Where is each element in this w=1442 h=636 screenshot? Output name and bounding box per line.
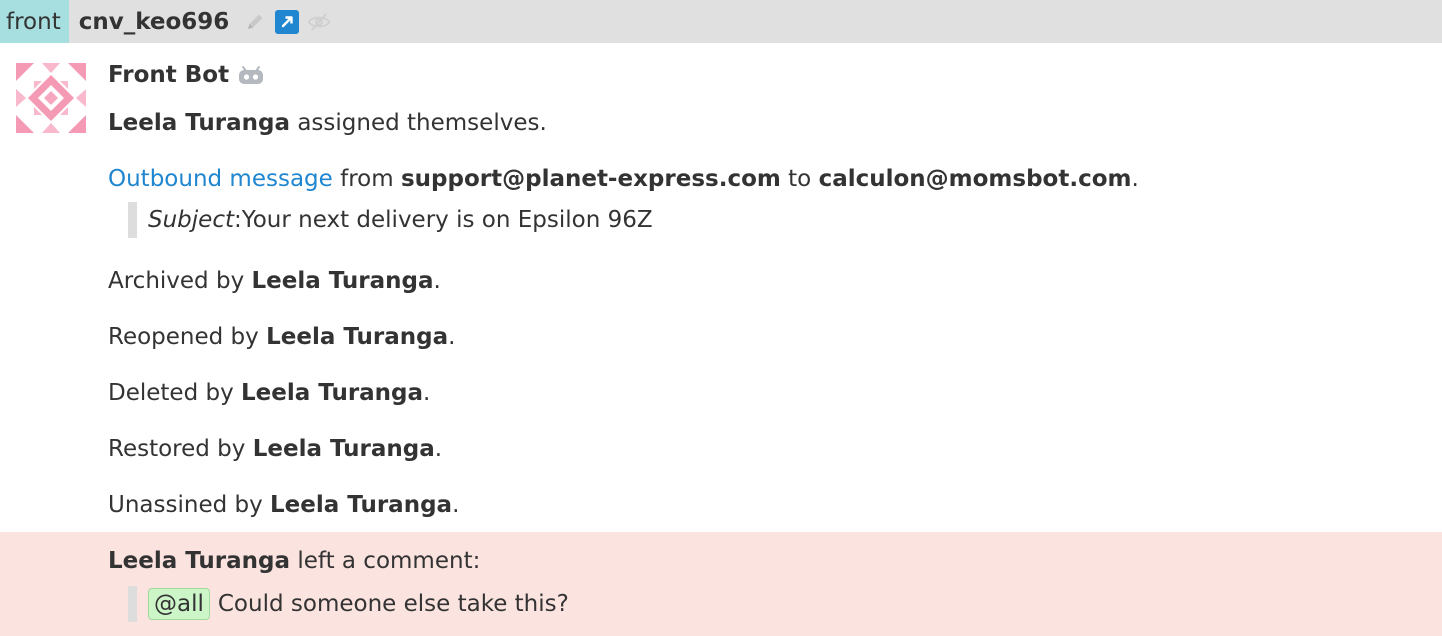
event-line: Deleted by Leela Turanga. [108,380,430,406]
event-line: Archived by Leela Turanga. [108,268,441,294]
actor-name[interactable]: Leela Turanga [108,110,290,136]
from-text: from [332,166,401,192]
comment-body: Could someone else take this? [217,591,569,617]
actor-name[interactable]: Leela Turanga [270,492,452,518]
recipient-bar: front cnv_keo696 [0,0,1442,43]
stream-name[interactable]: front [0,0,69,43]
period: . [423,380,431,406]
user-mention[interactable]: @all [148,588,210,620]
event-text: Restored by [108,436,253,462]
actor-name[interactable]: Leela Turanga [252,268,434,294]
actor-name[interactable]: Leela Turanga [241,380,423,406]
period: . [434,436,443,462]
assigned-text: assigned themselves. [290,110,547,136]
outbound-line: Outbound message from support@planet-exp… [108,166,1139,192]
external-link-icon[interactable] [275,9,300,34]
to-address: calculon@momsbot.com [818,166,1132,192]
sender-row: Front Bot [108,62,264,88]
actor-name[interactable]: Leela Turanga [253,436,435,462]
event-text: Deleted by [108,380,242,406]
event-text: Unassined by [108,492,271,518]
bot-icon [238,65,264,85]
event-text: Archived by [108,268,252,294]
sender-name[interactable]: Front Bot [108,62,229,88]
from-address: support@planet-express.com [400,166,781,192]
outbound-message-link[interactable]: Outbound message [108,166,333,192]
subject-text: Your next delivery is on Epsilon 96Z [241,207,653,233]
event-line: Reopened by Leela Turanga. [108,324,455,350]
pencil-icon[interactable] [243,10,267,34]
avatar[interactable] [16,63,86,133]
period: . [1131,166,1139,192]
assigned-line: Leela Turanga assigned themselves. [108,110,547,136]
eye-slash-icon[interactable] [307,10,331,34]
actor-name[interactable]: Leela Turanga [108,548,290,574]
event-line: Restored by Leela Turanga. [108,436,442,462]
period: . [448,324,456,350]
period: . [452,492,460,518]
to-text: to [780,166,819,192]
subject-label: Subject [148,207,234,233]
topic-name[interactable]: cnv_keo696 [79,9,230,35]
subject-quote: Subject: Your next delivery is on Epsilo… [128,202,653,238]
subject-separator: : [233,207,242,233]
comment-intro: left a comment: [290,548,481,574]
period: . [433,268,441,294]
comment-line: Leela Turanga left a comment: [108,548,480,574]
event-line: Unassined by Leela Turanga. [108,492,459,518]
comment-quote: @all Could someone else take this? [128,586,569,622]
event-text: Reopened by [108,324,267,350]
actor-name[interactable]: Leela Turanga [266,324,448,350]
